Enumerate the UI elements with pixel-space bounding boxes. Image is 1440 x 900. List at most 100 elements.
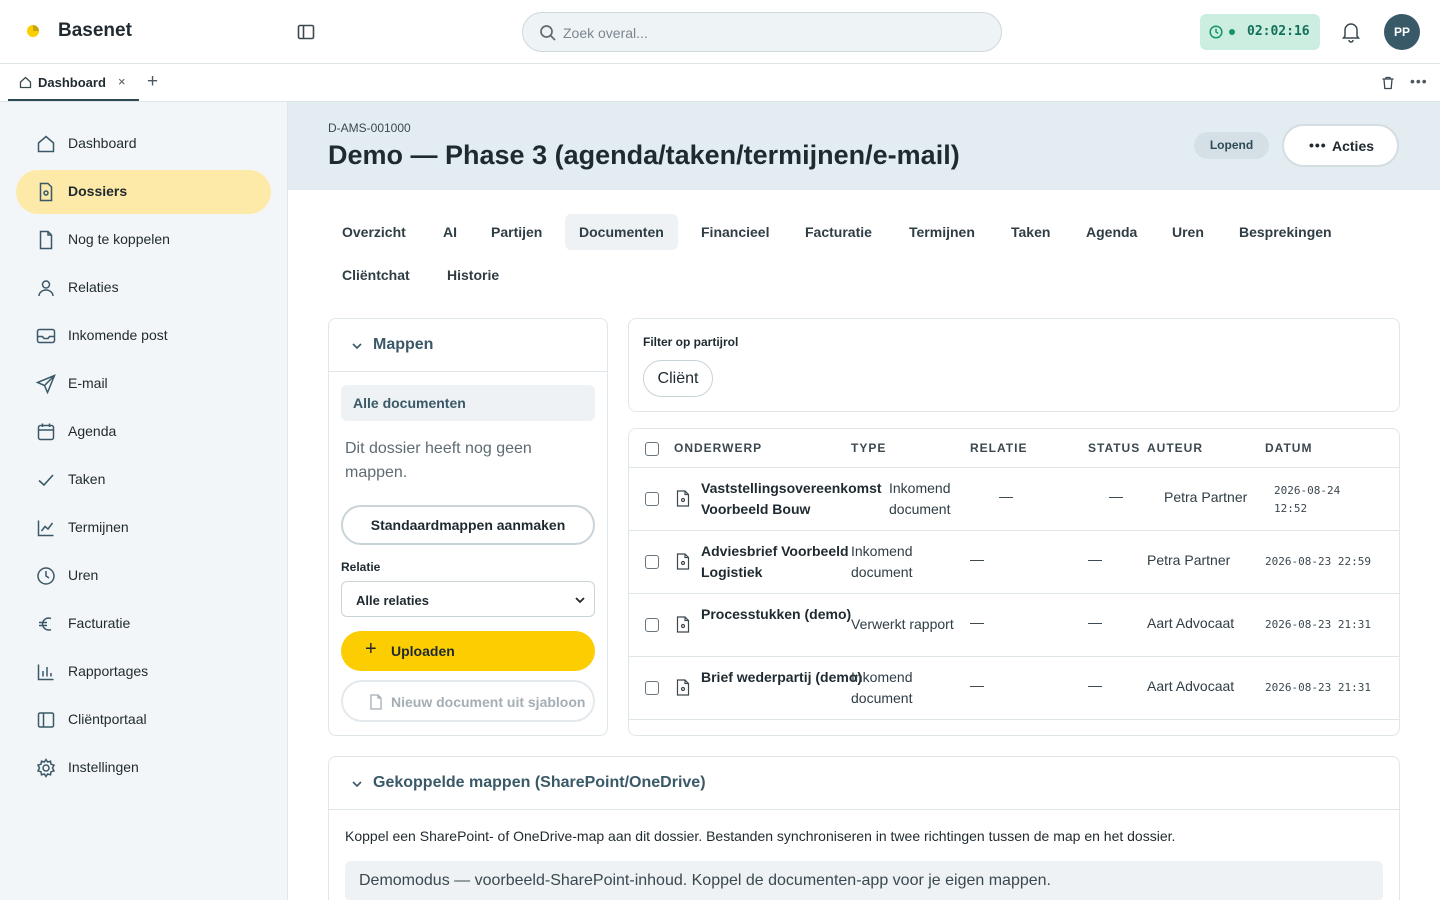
sidebar-item-label: Termijnen xyxy=(68,519,129,535)
tab-documenten[interactable]: Documenten xyxy=(565,214,678,250)
document-author: Petra Partner xyxy=(1147,552,1231,568)
chevron-down-icon xyxy=(352,781,362,788)
folder-all-documents[interactable]: Alle documenten xyxy=(341,385,595,421)
document-date: 2026-08-23 21:31 xyxy=(1265,618,1371,631)
tab-agenda[interactable]: Agenda xyxy=(1072,214,1151,250)
column-header[interactable]: TYPE xyxy=(851,441,886,455)
document-type: Inkomend document xyxy=(851,669,913,706)
search-input[interactable] xyxy=(563,21,983,45)
bar-chart-icon xyxy=(37,664,54,681)
tab-ai[interactable]: AI xyxy=(429,214,471,250)
tab-besprekingen[interactable]: Besprekingen xyxy=(1225,214,1346,250)
home-icon xyxy=(37,135,55,153)
sidebar-item-e-mail[interactable]: E-mail xyxy=(16,362,271,406)
document-icon xyxy=(676,490,690,507)
document-subject[interactable]: Vaststellingsovereenkomst Voorbeeld Bouw xyxy=(701,478,891,520)
page-title: Demo — Phase 3 (agenda/taken/termijnen/e… xyxy=(328,140,960,170)
table-row[interactable]: Vaststellingsovereenkomst Voorbeeld Bouw… xyxy=(629,468,1399,531)
tab-clientchat[interactable]: Cliëntchat xyxy=(328,257,424,293)
sidebar-item-clientportaal[interactable]: Cliëntportaal xyxy=(16,698,271,742)
tab-facturatie[interactable]: Facturatie xyxy=(791,214,886,250)
select-all-checkbox[interactable] xyxy=(645,442,659,456)
sidebar-item-label: Relaties xyxy=(68,279,119,295)
document-icon xyxy=(676,553,690,570)
search-bar[interactable] xyxy=(522,12,1002,52)
table-row[interactable]: Brief wederpartij (demo) Inkomend docume… xyxy=(629,657,1399,720)
table-row[interactable]: Adviesbrief Voorbeeld Logistiek Inkomend… xyxy=(629,531,1399,594)
close-icon[interactable]: × xyxy=(118,74,126,89)
more-icon[interactable]: ••• xyxy=(1410,73,1428,89)
time-tracker[interactable]: 02:02:16 xyxy=(1200,14,1320,50)
dossier-id: D-AMS-001000 xyxy=(328,121,411,135)
column-header[interactable]: RELATIE xyxy=(970,441,1027,455)
document-type: Verwerkt rapport xyxy=(851,616,954,632)
sidebar-item-termijnen[interactable]: Termijnen xyxy=(16,506,271,550)
tab-dashboard[interactable]: Dashboard × xyxy=(8,64,139,101)
sidebar-item-relaties[interactable]: Relaties xyxy=(16,266,271,310)
document-icon xyxy=(676,616,690,633)
gear-icon xyxy=(36,758,56,778)
tab-label: Dashboard xyxy=(38,75,106,90)
calendar-icon xyxy=(37,423,55,441)
sidebar-item-label: Uren xyxy=(68,567,99,583)
relation-select[interactable]: Alle relaties xyxy=(341,581,595,617)
file-icon xyxy=(370,694,382,710)
document-date: 2026-08-23 21:31 xyxy=(1265,681,1371,694)
tab-taken[interactable]: Taken xyxy=(997,214,1064,250)
sidebar-item-uren[interactable]: Uren xyxy=(16,554,271,598)
sidebar-item-agenda[interactable]: Agenda xyxy=(16,410,271,454)
brand-name[interactable]: Basenet xyxy=(58,20,132,42)
sidebar-item-facturatie[interactable]: Facturatie xyxy=(16,602,271,646)
timer-value: 02:02:16 xyxy=(1247,24,1310,39)
document-date: 2026-08-24 12:52 xyxy=(1274,484,1341,515)
document-status: — xyxy=(1088,614,1102,630)
add-tab-button[interactable]: + xyxy=(147,71,158,93)
row-checkbox[interactable] xyxy=(645,492,659,506)
filter-chip-client[interactable]: Cliënt xyxy=(643,360,713,397)
tab-termijnen[interactable]: Termijnen xyxy=(895,214,989,250)
sidebar-item-instellingen[interactable]: Instellingen xyxy=(16,746,271,790)
new-from-template-button[interactable]: Nieuw document uit sjabloon xyxy=(341,680,595,722)
sidebar-item-rapportages[interactable]: Rapportages xyxy=(16,650,271,694)
create-default-folders-button[interactable]: Standaardmappen aanmaken xyxy=(341,505,595,545)
row-checkbox[interactable] xyxy=(645,618,659,632)
column-header[interactable]: DATUM xyxy=(1265,441,1312,455)
upload-button[interactable]: + Uploaden xyxy=(341,631,595,671)
tab-partijen[interactable]: Partijen xyxy=(477,214,556,250)
sidebar-item-dossiers[interactable]: Dossiers xyxy=(16,170,271,214)
check-icon xyxy=(38,474,54,487)
document-relation: — xyxy=(970,677,984,693)
bell-icon[interactable] xyxy=(1341,21,1361,43)
tab-uren[interactable]: Uren xyxy=(1158,214,1218,250)
document-author: Aart Advocaat xyxy=(1147,615,1235,631)
column-header[interactable]: ONDERWERP xyxy=(674,441,762,455)
tab-overzicht[interactable]: Overzicht xyxy=(328,214,420,250)
actions-button[interactable]: ••• Acties xyxy=(1282,124,1399,167)
tab-financieel[interactable]: Financieel xyxy=(687,214,783,250)
column-header[interactable]: AUTEUR xyxy=(1147,441,1203,455)
sidebar-item-label: Dashboard xyxy=(68,135,137,151)
line-chart-icon xyxy=(37,520,54,537)
row-checkbox[interactable] xyxy=(645,681,659,695)
folders-panel: Mappen Alle documenten Dit dossier heeft… xyxy=(328,318,608,736)
running-indicator xyxy=(1229,29,1235,35)
sidebar-item-nog-te-koppelen[interactable]: Nog te koppelen xyxy=(16,218,271,262)
document-author: Petra Partner xyxy=(1164,489,1248,505)
sidebar-item-taken[interactable]: Taken xyxy=(16,458,271,502)
sidebar-item-inkomende-post[interactable]: Inkomende post xyxy=(16,314,271,358)
linked-folders-header[interactable]: Gekoppelde mappen (SharePoint/OneDrive) xyxy=(329,757,1399,810)
tab-historie[interactable]: Historie xyxy=(433,257,513,293)
sidebar-item-label: E-mail xyxy=(68,375,108,391)
document-status: — xyxy=(1088,677,1102,693)
sidebar-item-dashboard[interactable]: Dashboard xyxy=(16,122,271,166)
trash-icon[interactable] xyxy=(1381,76,1395,90)
avatar[interactable]: PP xyxy=(1384,14,1420,50)
sidebar-item-label: Inkomende post xyxy=(68,327,168,343)
top-bar: Basenet 02:02:16 PP xyxy=(0,0,1440,64)
folders-header[interactable]: Mappen xyxy=(329,319,607,372)
sidebar-toggle-icon[interactable] xyxy=(296,22,316,42)
file-icon xyxy=(39,230,53,250)
row-checkbox[interactable] xyxy=(645,555,659,569)
table-row[interactable]: Processtukken (demo) Verwerkt rapport — … xyxy=(629,594,1399,657)
column-header[interactable]: STATUS xyxy=(1088,441,1140,455)
